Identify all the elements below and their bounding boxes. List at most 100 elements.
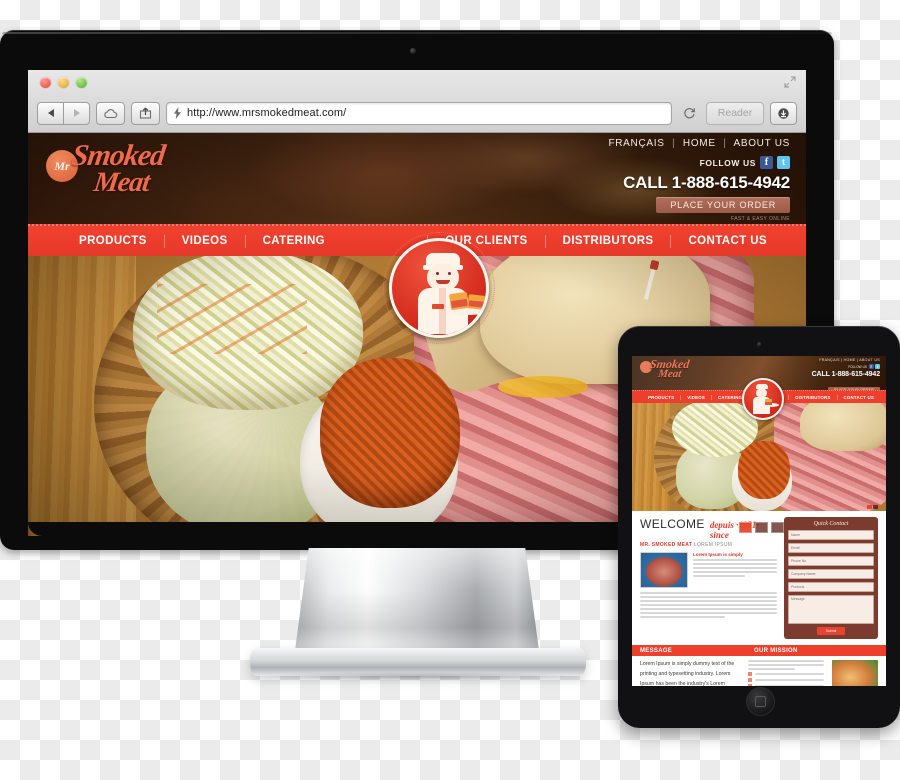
url-text: http://www.mrsmokedmeat.com/ bbox=[187, 107, 347, 119]
tablet-text-line bbox=[640, 600, 777, 602]
mascot-disc bbox=[389, 238, 489, 338]
share-icon bbox=[139, 107, 152, 119]
follow-us-label: FOLLOW US bbox=[699, 157, 756, 168]
share-button[interactable] bbox=[131, 101, 160, 125]
reload-button[interactable] bbox=[678, 103, 700, 124]
window-traffic-lights[interactable] bbox=[40, 77, 87, 88]
slider-dot-3[interactable] bbox=[771, 522, 784, 533]
tablet-follow-row: FOLLOW US f t bbox=[812, 364, 880, 369]
tablet-text-line bbox=[693, 563, 777, 565]
tablet-follow-label: FOLLOW US bbox=[848, 364, 867, 369]
tablet-slider-dot-2[interactable] bbox=[873, 505, 878, 509]
tablet-welcome-title: WELCOME bbox=[640, 517, 705, 531]
nav-item-distributors[interactable]: DISTRIBUTORS bbox=[546, 234, 672, 248]
tablet-nav-left-group: PRODUCTS VIDEOS CATERING bbox=[642, 394, 748, 400]
browser-window-chrome: http://www.mrsmokedmeat.com/ Reader bbox=[28, 70, 806, 133]
site-favicon-icon bbox=[174, 107, 181, 119]
bullet-square-icon bbox=[748, 684, 752, 686]
quick-contact-name-field[interactable]: Name bbox=[788, 530, 874, 540]
downloads-button[interactable] bbox=[770, 101, 797, 125]
quick-contact-company-field[interactable]: Company Name bbox=[788, 569, 874, 579]
facebook-icon[interactable]: f bbox=[760, 156, 773, 169]
tablet-text-line bbox=[693, 575, 746, 577]
mascot-smile bbox=[436, 280, 450, 284]
ipad-screen: Smoked Meat FRANÇAIS | HOME | ABOUT US F… bbox=[632, 356, 886, 686]
tablet-nav-contact-us[interactable]: CONTACT US bbox=[838, 395, 880, 400]
slider-dot-2[interactable] bbox=[755, 522, 768, 533]
quick-contact-submit-button[interactable]: Submit bbox=[817, 627, 845, 635]
icloud-tabs-button[interactable] bbox=[96, 101, 125, 125]
nav-item-videos[interactable]: VIDEOS bbox=[165, 234, 246, 248]
tablet-text-line bbox=[748, 668, 796, 670]
imac-stand-shadow bbox=[262, 672, 574, 681]
slider-dot-1[interactable] bbox=[739, 522, 752, 533]
tablet-subtitle: MR. SMOKED MEAT LOREM IPSUM bbox=[640, 542, 777, 548]
tablet-mission-bullet bbox=[748, 672, 824, 676]
tablet-mascot-badge[interactable] bbox=[742, 378, 784, 420]
tablet-section-message-title: MESSAGE bbox=[640, 647, 673, 654]
quick-contact-products-field[interactable]: Products bbox=[788, 582, 874, 592]
tablet-text-line bbox=[748, 664, 824, 666]
tablet-twitter-icon[interactable]: t bbox=[875, 364, 880, 369]
mascot-name-tag bbox=[432, 304, 444, 309]
hero-slider-pagination[interactable] bbox=[739, 522, 784, 533]
tablet-text-line bbox=[640, 616, 725, 618]
mascot-eye-left bbox=[436, 272, 439, 275]
mascot-badge[interactable] bbox=[383, 232, 495, 344]
place-your-order-button[interactable]: PLACE YOUR ORDER bbox=[656, 197, 790, 213]
tablet-waffle-fries bbox=[738, 441, 790, 499]
reader-button[interactable]: Reader bbox=[706, 101, 764, 125]
logo-badge-text: Mr bbox=[54, 158, 70, 173]
nav-item-products[interactable]: PRODUCTS bbox=[62, 234, 165, 248]
forward-button[interactable] bbox=[64, 101, 90, 125]
header-utility-area: FRANÇAIS | HOME | ABOUT US FOLLOW US f t… bbox=[608, 138, 790, 222]
tablet-bottom-columns: Lorem Ipsum is simply dummy text of the … bbox=[632, 656, 886, 686]
site-logo[interactable]: Mr Smoked Meat bbox=[46, 139, 196, 220]
tablet-intro-thumbnail bbox=[640, 552, 688, 588]
tablet-text-line bbox=[693, 571, 777, 573]
back-button[interactable] bbox=[37, 101, 64, 125]
tablet-mission-column bbox=[748, 660, 824, 686]
navigation-button-group[interactable] bbox=[37, 101, 90, 125]
tablet-section-header-bar: MESSAGE OUR MISSION bbox=[632, 645, 886, 656]
quick-contact-email-field[interactable]: Email bbox=[788, 543, 874, 553]
tablet-facebook-icon[interactable]: f bbox=[868, 364, 874, 369]
tablet-top-link-home[interactable]: HOME bbox=[844, 358, 856, 362]
tablet-quick-contact-form: Quick Contact Name Email Phone No Compan… bbox=[784, 517, 878, 639]
tablet-nav-products[interactable]: PRODUCTS bbox=[642, 394, 682, 400]
twitter-icon[interactable]: t bbox=[777, 156, 790, 169]
tablet-slider-dot-1[interactable] bbox=[866, 505, 872, 509]
top-link-separator-2: | bbox=[723, 138, 727, 149]
tablet-logo-wordmark: Smoked Meat bbox=[649, 357, 690, 380]
mascot-face bbox=[427, 263, 459, 291]
nav-item-contact-us[interactable]: CONTACT US bbox=[671, 235, 784, 248]
tablet-text-line bbox=[693, 567, 777, 569]
tablet-slider-pagination[interactable] bbox=[866, 505, 878, 509]
nav-item-catering[interactable]: CATERING bbox=[246, 235, 342, 248]
close-window-icon[interactable] bbox=[40, 77, 51, 88]
fullscreen-icon[interactable] bbox=[784, 76, 796, 88]
top-link-francais[interactable]: FRANÇAIS bbox=[608, 138, 664, 149]
tablet-logo-line2: Meat bbox=[657, 367, 683, 380]
tablet-top-link-francais[interactable]: FRANÇAIS bbox=[819, 358, 840, 362]
tablet-nav-videos[interactable]: VIDEOS bbox=[681, 394, 713, 400]
tablet-text-line bbox=[748, 660, 824, 662]
top-link-home[interactable]: HOME bbox=[683, 138, 716, 149]
minimize-window-icon[interactable] bbox=[58, 77, 69, 88]
logo-wordmark: Smoked Meat bbox=[70, 139, 167, 198]
address-bar[interactable]: http://www.mrsmokedmeat.com/ bbox=[166, 101, 672, 125]
ipad-home-button[interactable] bbox=[746, 687, 775, 716]
tablet-welcome-column: WELCOME depuis ·1951· since MR. SMOKED M… bbox=[640, 517, 777, 639]
quick-contact-message-field[interactable]: Message bbox=[788, 595, 874, 624]
tablet-nav-distributors[interactable]: DISTRIBUTORS bbox=[789, 394, 838, 400]
tablet-text-line bbox=[640, 596, 777, 598]
quick-contact-phone-field[interactable]: Phone No bbox=[788, 556, 874, 566]
tablet-text-line bbox=[693, 559, 777, 561]
top-link-about-us[interactable]: ABOUT US bbox=[733, 138, 790, 149]
reload-icon bbox=[683, 107, 695, 118]
zoom-window-icon[interactable] bbox=[76, 77, 87, 88]
tablet-mission-bullet bbox=[748, 678, 824, 682]
tablet-site-logo[interactable]: Smoked Meat bbox=[640, 357, 698, 387]
imac-stand-neck bbox=[294, 548, 540, 658]
tablet-top-link-about-us[interactable]: ABOUT US bbox=[859, 358, 880, 362]
